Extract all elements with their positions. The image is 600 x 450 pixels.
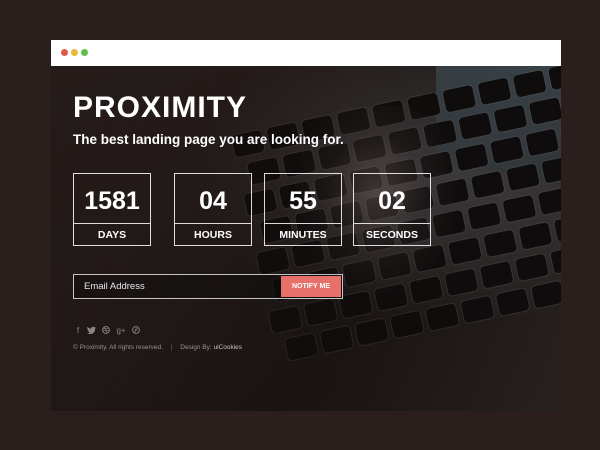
- countdown-value: 1581: [84, 187, 140, 215]
- email-field[interactable]: [74, 275, 279, 298]
- countdown-value: 02: [378, 187, 406, 215]
- dribbble-icon[interactable]: [101, 326, 111, 336]
- countdown-divider: [354, 223, 430, 224]
- google-plus-icon[interactable]: g+: [116, 326, 126, 336]
- subscribe-form: NOTIFY ME: [73, 274, 343, 299]
- brand-title: PROXIMITY: [73, 91, 248, 124]
- countdown-hours: 04 HOURS: [174, 173, 252, 246]
- countdown-seconds: 02 SECONDS: [353, 173, 431, 246]
- tagline: The best landing page you are looking fo…: [73, 132, 344, 147]
- design-credit-label: Design By:: [180, 344, 212, 351]
- countdown-divider: [74, 223, 150, 224]
- footer-separator: |: [170, 344, 173, 351]
- countdown-minutes: 55 MINUTES: [264, 173, 342, 246]
- facebook-icon[interactable]: f: [73, 326, 83, 336]
- countdown-label: DAYS: [97, 229, 127, 241]
- copyright-text: © Proximity. All rights reserved.: [73, 344, 163, 351]
- countdown-days: 1581 DAYS: [73, 173, 151, 246]
- design-credit-link[interactable]: uiCookies: [214, 344, 243, 351]
- maximize-control-icon[interactable]: [81, 49, 88, 56]
- footer: © Proximity. All rights reserved. | Desi…: [73, 344, 242, 351]
- countdown-value: 04: [199, 187, 227, 215]
- countdown-label: HOURS: [194, 229, 232, 241]
- pinterest-icon[interactable]: [131, 326, 141, 336]
- countdown-label: MINUTES: [279, 229, 327, 241]
- close-control-icon[interactable]: [61, 49, 68, 56]
- window-titlebar: [51, 40, 561, 66]
- twitter-icon[interactable]: [86, 326, 96, 336]
- countdown-label: SECONDS: [366, 229, 418, 241]
- countdown-divider: [265, 223, 341, 224]
- browser-window: PROXIMITY The best landing page you are …: [51, 40, 561, 411]
- countdown-value: 55: [289, 187, 317, 215]
- countdown-divider: [175, 223, 251, 224]
- minimize-control-icon[interactable]: [71, 49, 78, 56]
- notify-me-button[interactable]: NOTIFY ME: [281, 276, 341, 297]
- hero-section: PROXIMITY The best landing page you are …: [51, 66, 561, 411]
